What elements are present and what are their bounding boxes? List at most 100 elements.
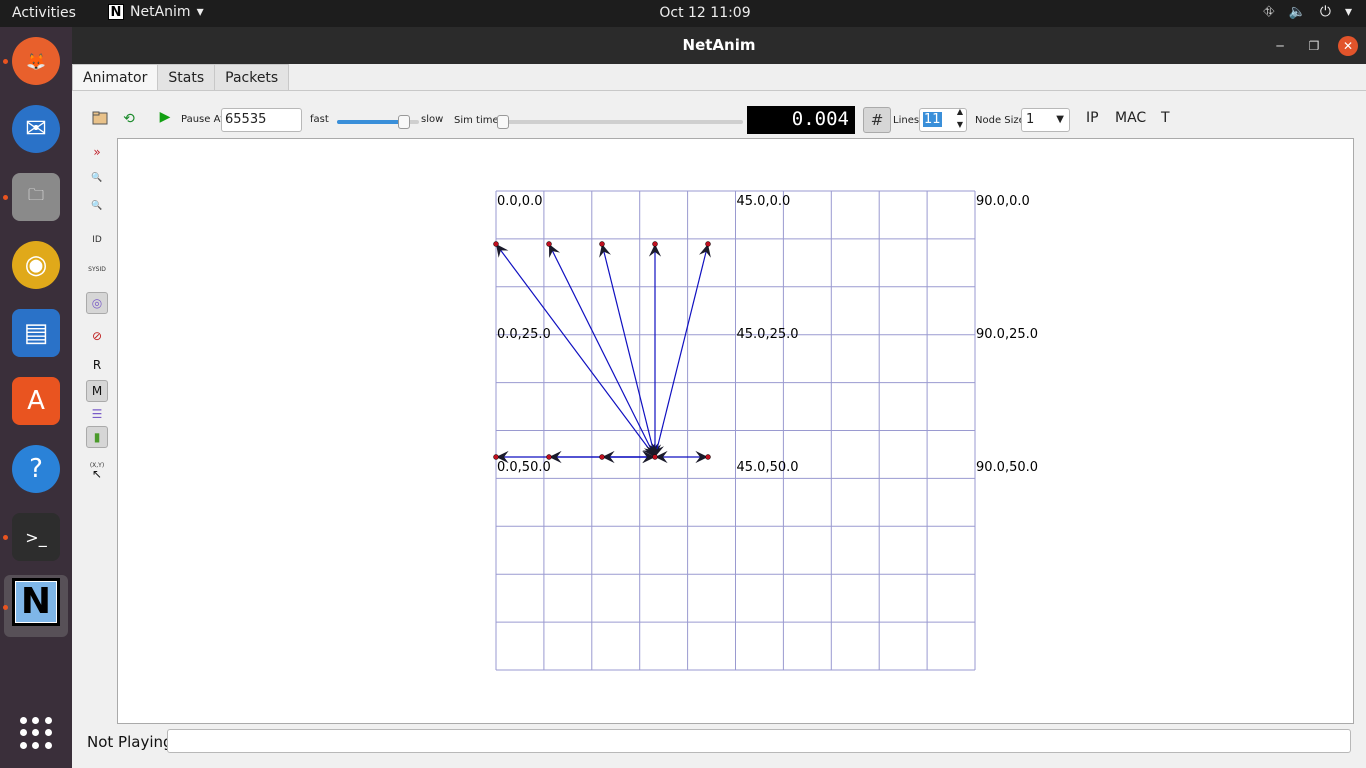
animator-toolbar: ⟲ ▶ Pause At 65535 fast slow Sim time 0.… bbox=[72, 105, 1366, 135]
pause-at-label: Pause At bbox=[181, 114, 225, 125]
tab-animator[interactable]: Animator bbox=[72, 64, 159, 91]
grid-coordinate-label: 90.0,0.0 bbox=[976, 194, 1030, 209]
zoom-out-icon[interactable]: 🔍 bbox=[86, 195, 108, 217]
running-indicator bbox=[3, 535, 8, 540]
running-indicator bbox=[3, 59, 8, 64]
play-icon[interactable]: ▶ bbox=[155, 107, 175, 127]
grid-toggle-icon[interactable]: # bbox=[863, 107, 891, 133]
clock[interactable]: Oct 12 11:09 bbox=[0, 5, 1366, 21]
tab-packets[interactable]: Packets bbox=[214, 64, 290, 91]
no-packets-icon[interactable]: ⊘ bbox=[86, 325, 108, 347]
software-icon[interactable]: A bbox=[12, 377, 60, 425]
netanim-dock-icon[interactable]: N bbox=[12, 578, 60, 626]
link-line bbox=[654, 243, 709, 458]
running-indicator bbox=[3, 195, 8, 200]
power-icon[interactable]: ⏻ bbox=[1320, 4, 1331, 20]
spin-arrows-icon[interactable]: ▲ ▼ bbox=[957, 105, 963, 131]
network-node bbox=[705, 241, 711, 247]
node-size-label: Node Size bbox=[975, 115, 1025, 126]
minimize-icon[interactable]: ─ bbox=[1270, 36, 1290, 56]
help-icon[interactable]: ? bbox=[12, 445, 60, 493]
grid-coordinate-label: 0.0,50.0 bbox=[497, 460, 551, 475]
netanim-window: NetAnim ─ ❐ ✕ Animator Stats Packets ⟲ ▶… bbox=[72, 27, 1366, 768]
sim-time-slider[interactable] bbox=[499, 120, 743, 124]
thunderbird-icon[interactable]: ✉ bbox=[12, 105, 60, 153]
grid-coordinate-label: 45.0,0.0 bbox=[737, 194, 791, 209]
speed-slider-fill bbox=[337, 120, 405, 124]
system-tray[interactable]: ⛗ 🔈 ⏻ ▾ bbox=[1263, 4, 1352, 20]
files-icon[interactable]: 🗀 bbox=[12, 173, 60, 221]
grid-coordinate-label: 90.0,50.0 bbox=[976, 460, 1038, 475]
network-node bbox=[493, 454, 499, 460]
lines-icon[interactable]: ☰ bbox=[86, 403, 108, 425]
m-toggle[interactable]: M bbox=[86, 380, 108, 402]
network-node bbox=[546, 454, 552, 460]
status-field bbox=[167, 729, 1351, 753]
speed-slider-handle[interactable] bbox=[398, 115, 411, 129]
lines-label: Lines bbox=[893, 115, 920, 126]
open-file-icon[interactable] bbox=[90, 108, 110, 128]
grid-coordinate-label: 90.0,25.0 bbox=[976, 327, 1038, 342]
grid-coordinate-label: 0.0,0.0 bbox=[497, 194, 542, 209]
grid-coordinate-label: 45.0,50.0 bbox=[737, 460, 799, 475]
network-node bbox=[493, 241, 499, 247]
reload-icon[interactable]: ⟲ bbox=[119, 109, 139, 129]
pointer-icon[interactable]: ↖ bbox=[86, 463, 108, 485]
lines-value: 11 bbox=[923, 112, 942, 127]
sim-time-display: 0.004 bbox=[747, 106, 855, 134]
status-bar: Not Playing bbox=[72, 728, 1366, 758]
chevron-down-icon[interactable]: ▾ bbox=[1345, 4, 1352, 20]
tab-bar: Animator Stats Packets bbox=[72, 64, 290, 91]
writer-icon[interactable]: ▤ bbox=[12, 309, 60, 357]
topology-view[interactable]: 0.0,0.0 45.0,0.0 90.0,0.0 0.0,25.0 45.0,25.0… bbox=[118, 139, 1355, 725]
maximize-icon[interactable]: ❐ bbox=[1304, 36, 1324, 56]
expand-icon[interactable]: » bbox=[86, 141, 108, 163]
battery-icon[interactable]: ▮ bbox=[86, 426, 108, 448]
sim-time-slider-handle[interactable] bbox=[497, 115, 509, 129]
link-line bbox=[601, 243, 656, 458]
animator-pane: ⟲ ▶ Pause At 65535 fast slow Sim time 0.… bbox=[72, 90, 1366, 768]
rhythmbox-icon[interactable]: ◉ bbox=[12, 241, 60, 289]
animation-canvas[interactable]: 0.0,0.0 45.0,0.0 90.0,0.0 0.0,25.0 45.0,25.0… bbox=[117, 138, 1354, 724]
show-apps-icon[interactable] bbox=[20, 717, 52, 749]
link-line bbox=[548, 243, 656, 458]
chevron-down-icon: ▼ bbox=[1056, 114, 1064, 125]
firefox-icon[interactable]: 🦊 bbox=[12, 37, 60, 85]
volume-icon[interactable]: 🔈 bbox=[1288, 4, 1305, 20]
grid-coordinate-label: 45.0,25.0 bbox=[737, 327, 799, 342]
grid-coordinate-label: 0.0,25.0 bbox=[497, 327, 551, 342]
sys-id-icon[interactable]: SYSID bbox=[86, 258, 108, 280]
mac-button[interactable]: MAC bbox=[1115, 110, 1146, 126]
network-node bbox=[705, 454, 711, 460]
terminal-icon[interactable]: >_ bbox=[12, 513, 60, 561]
network-icon[interactable]: ⛗ bbox=[1263, 4, 1274, 20]
pause-at-input[interactable]: 65535 bbox=[221, 108, 302, 132]
node-size-value: 1 bbox=[1026, 112, 1035, 127]
node-id-icon[interactable]: ID bbox=[86, 229, 108, 251]
r-toggle[interactable]: R bbox=[86, 354, 108, 376]
network-node bbox=[599, 454, 605, 460]
network-node bbox=[652, 454, 658, 460]
lines-spinbox[interactable]: 11 ▲ ▼ bbox=[919, 105, 967, 132]
close-icon[interactable]: ✕ bbox=[1338, 36, 1358, 56]
running-indicator bbox=[3, 605, 8, 610]
network-node bbox=[599, 241, 605, 247]
sim-time-label: Sim time bbox=[454, 115, 499, 126]
zoom-in-icon[interactable]: 🔍 bbox=[86, 167, 108, 189]
network-node bbox=[652, 241, 658, 247]
node-size-select[interactable]: 1 ▼ bbox=[1021, 108, 1070, 132]
packet-arrow-head bbox=[496, 244, 509, 258]
window-title: NetAnim bbox=[682, 36, 756, 54]
netanim-logo-icon: N bbox=[16, 582, 56, 622]
ip-button[interactable]: IP bbox=[1086, 110, 1099, 126]
tab-stats[interactable]: Stats bbox=[157, 64, 216, 91]
slow-label: slow bbox=[421, 114, 444, 125]
network-node bbox=[546, 241, 552, 247]
link-line bbox=[495, 243, 656, 458]
t-button[interactable]: T bbox=[1161, 110, 1170, 126]
fast-label: fast bbox=[310, 114, 329, 125]
window-titlebar[interactable]: NetAnim ─ ❐ ✕ bbox=[72, 27, 1366, 64]
system-top-bar: Activities N NetAnim ▾ Oct 12 11:09 ⛗ 🔈 … bbox=[0, 0, 1366, 27]
dock: 🦊 ✉ 🗀 ◉ ▤ A? >_ N bbox=[0, 27, 72, 768]
wireless-circles-icon[interactable]: ◎ bbox=[86, 292, 108, 314]
